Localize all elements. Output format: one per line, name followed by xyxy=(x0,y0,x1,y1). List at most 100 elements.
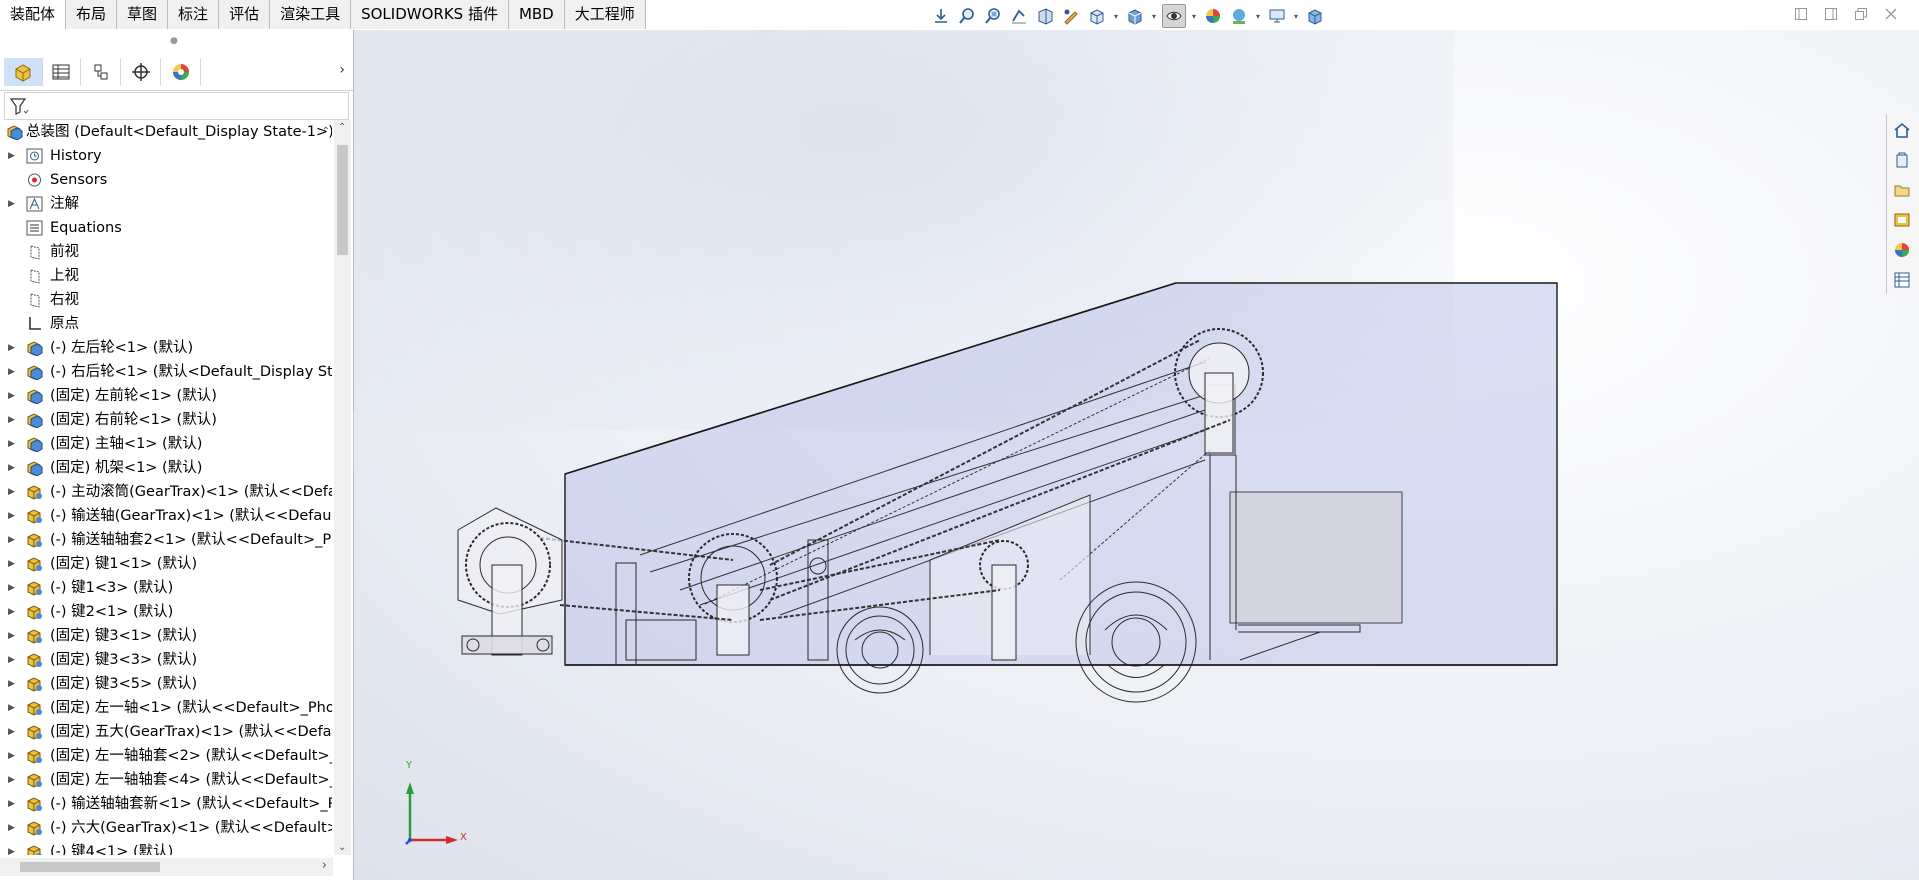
tree-item[interactable]: ▶ (固定) 左一轴轴套<4> (默认<<Default>_PhotoWorks … xyxy=(0,768,332,792)
tree-item[interactable]: 右视 xyxy=(0,288,332,312)
tree-item[interactable]: ▶ (固定) 主轴<1> (默认) xyxy=(0,432,332,456)
display-manager-tab-icon[interactable] xyxy=(162,58,201,86)
expand-arrow-icon[interactable]: ▶ xyxy=(8,840,18,855)
tree-item[interactable]: 原点 xyxy=(0,312,332,336)
tab-5[interactable]: 渲染工具 xyxy=(270,0,352,29)
apply-scene-dropdown[interactable]: ▾ xyxy=(1254,12,1262,21)
expand-arrow-icon[interactable]: ▶ xyxy=(8,336,18,360)
tab-4[interactable]: 评估 xyxy=(219,0,271,29)
expand-arrow-icon[interactable]: ▶ xyxy=(8,600,18,624)
tree-item[interactable]: ▶ 注解 xyxy=(0,192,332,216)
edit-appearance-icon[interactable] xyxy=(1202,5,1224,27)
tree-item[interactable]: ▶ History xyxy=(0,144,332,168)
property-manager-tab-icon[interactable] xyxy=(42,58,81,86)
dimxpert-tab-icon[interactable] xyxy=(122,58,161,86)
tree-item[interactable]: Equations xyxy=(0,216,332,240)
expand-arrow-icon[interactable]: ▶ xyxy=(8,144,18,168)
custom-properties-icon[interactable] xyxy=(1887,266,1917,294)
configuration-manager-tab-icon[interactable] xyxy=(82,58,121,86)
expand-arrow-icon[interactable]: ▶ xyxy=(8,552,18,576)
expand-arrow-icon[interactable]: ▶ xyxy=(8,576,18,600)
expand-arrow-icon[interactable]: ▶ xyxy=(8,672,18,696)
tree-item[interactable]: ▶ (-) 左后轮<1> (默认) xyxy=(0,336,332,360)
panel-grip-icon[interactable]: ● xyxy=(170,36,178,46)
tree-item[interactable]: ▶ (-) 输送轴轴套新<1> (默认<<Default>_PhotoWorks … xyxy=(0,792,332,816)
graphics-area[interactable]: Y X xyxy=(354,30,1919,880)
expand-arrow-icon[interactable]: ▶ xyxy=(8,528,18,552)
tab-7[interactable]: MBD xyxy=(508,0,565,29)
view-orientation-icon[interactable] xyxy=(1086,5,1108,27)
expand-arrow-icon[interactable]: ▶ xyxy=(8,480,18,504)
tree-item[interactable]: ▶ (-) 六大(GearTrax)<1> (默认<<Default>_Photo… xyxy=(0,816,332,840)
apply-scene-icon[interactable] xyxy=(1228,5,1250,27)
zoom-to-area-icon[interactable] xyxy=(982,5,1004,27)
dynamic-annotation-icon[interactable] xyxy=(1060,5,1082,27)
expand-arrow-icon[interactable]: ▶ xyxy=(8,360,18,384)
tree-item[interactable]: ▶ (-) 键2<1> (默认) xyxy=(0,600,332,624)
tree-item[interactable]: ▶ (固定) 键3<5> (默认) xyxy=(0,672,332,696)
tab-3[interactable]: 标注 xyxy=(168,0,220,29)
tile-left-icon[interactable] xyxy=(1793,6,1809,22)
scroll-down-icon[interactable]: ⌄ xyxy=(338,842,346,853)
expand-arrow-icon[interactable]: ▶ xyxy=(8,648,18,672)
resources-icon[interactable] xyxy=(1887,146,1917,174)
tab-0[interactable]: 装配体 xyxy=(0,0,67,30)
tab-6[interactable]: SOLIDWORKS 插件 xyxy=(351,0,509,29)
tree-item[interactable]: ▶ (固定) 键3<1> (默认) xyxy=(0,624,332,648)
close-icon[interactable] xyxy=(1883,6,1899,22)
tree-root[interactable]: 总装图 (Default<Default_Display State-1>) ⌃ xyxy=(0,120,332,144)
tile-right-icon[interactable] xyxy=(1823,6,1839,22)
file-explorer-icon[interactable] xyxy=(1887,206,1917,234)
expand-arrow-icon[interactable]: ▶ xyxy=(8,504,18,528)
tab-2[interactable]: 草图 xyxy=(117,0,169,29)
filter-icon[interactable] xyxy=(9,96,29,120)
tree-item[interactable]: ▶ (-) 键1<3> (默认) xyxy=(0,576,332,600)
expand-arrow-icon[interactable]: ▶ xyxy=(8,384,18,408)
scroll-up-icon[interactable]: ⌃ xyxy=(338,122,346,133)
tree-item[interactable]: 上视 xyxy=(0,264,332,288)
tree-item[interactable]: ▶ (固定) 机架<1> (默认) xyxy=(0,456,332,480)
scrollbar-thumb[interactable] xyxy=(337,145,348,255)
tree-vertical-scrollbar[interactable]: ⌃ ⌄ xyxy=(334,120,351,855)
expand-arrow-icon[interactable]: ▶ xyxy=(8,744,18,768)
tree-item[interactable]: ▶ (固定) 左一轴轴套<2> (默认<<Default>_PhotoWorks … xyxy=(0,744,332,768)
feature-tree-tab-icon[interactable] xyxy=(4,58,43,86)
tree-item[interactable]: ▶ (-) 键4<1> (默认) xyxy=(0,840,332,855)
expand-arrow-icon[interactable]: ▶ xyxy=(8,192,18,216)
view-settings-dropdown[interactable]: ▾ xyxy=(1292,12,1300,21)
view-orientation-dropdown[interactable]: ▾ xyxy=(1112,12,1120,21)
tree-horizontal-scrollbar[interactable]: › xyxy=(0,858,333,876)
expand-arrow-icon[interactable]: ▶ xyxy=(8,456,18,480)
expand-arrow-icon[interactable]: ▶ xyxy=(8,408,18,432)
tab-8[interactable]: 大工程师 xyxy=(564,0,646,29)
expand-arrow-icon[interactable]: ▶ xyxy=(8,792,18,816)
tree-item[interactable]: ▶ (-) 主动滚筒(GearTrax)<1> (默认<<Default>_Pho… xyxy=(0,480,332,504)
expand-arrow-icon[interactable]: ▶ xyxy=(8,816,18,840)
expand-arrow-icon[interactable]: ▶ xyxy=(8,696,18,720)
view-settings-icon[interactable] xyxy=(1266,5,1288,27)
tree-item[interactable]: ▶ (固定) 左一轴<1> (默认<<Default>_PhotoWorks Di… xyxy=(0,696,332,720)
expand-arrow-icon[interactable]: ▶ xyxy=(8,432,18,456)
hide-show-items-icon[interactable] xyxy=(1162,4,1186,28)
tree-item[interactable]: ▶ (-) 输送轴轴套2<1> (默认<<Default>_PhotoWorks … xyxy=(0,528,332,552)
expand-arrow-icon[interactable]: ▶ xyxy=(8,720,18,744)
tree-item[interactable]: 前视 xyxy=(0,240,332,264)
display-style-dropdown[interactable]: ▾ xyxy=(1150,12,1158,21)
tree-item[interactable]: ▶ (固定) 键3<3> (默认) xyxy=(0,648,332,672)
section-view-icon[interactable] xyxy=(1034,5,1056,27)
home-icon[interactable] xyxy=(1887,116,1917,144)
display-pane-icon[interactable] xyxy=(1304,5,1326,27)
appearances-icon[interactable] xyxy=(1887,236,1917,264)
tree-item[interactable]: Sensors xyxy=(0,168,332,192)
restore-icon[interactable] xyxy=(1853,6,1869,22)
normal-to-icon[interactable] xyxy=(930,5,952,27)
tree-filter-bar[interactable] xyxy=(4,92,349,120)
chevron-right-icon[interactable]: › xyxy=(339,62,345,78)
collapse-up-icon[interactable]: ⌃ xyxy=(322,120,330,144)
tree-item[interactable]: ▶ (固定) 左前轮<1> (默认) xyxy=(0,384,332,408)
scroll-right-icon[interactable]: › xyxy=(322,858,327,873)
tree-item[interactable]: ▶ (固定) 五大(GearTrax)<1> (默认<<Default>_Phot… xyxy=(0,720,332,744)
tab-1[interactable]: 布局 xyxy=(66,0,118,29)
tree-item[interactable]: ▶ (-) 右后轮<1> (默认<Default_Display State-1>… xyxy=(0,360,332,384)
tree-item[interactable]: ▶ (固定) 键1<1> (默认) xyxy=(0,552,332,576)
